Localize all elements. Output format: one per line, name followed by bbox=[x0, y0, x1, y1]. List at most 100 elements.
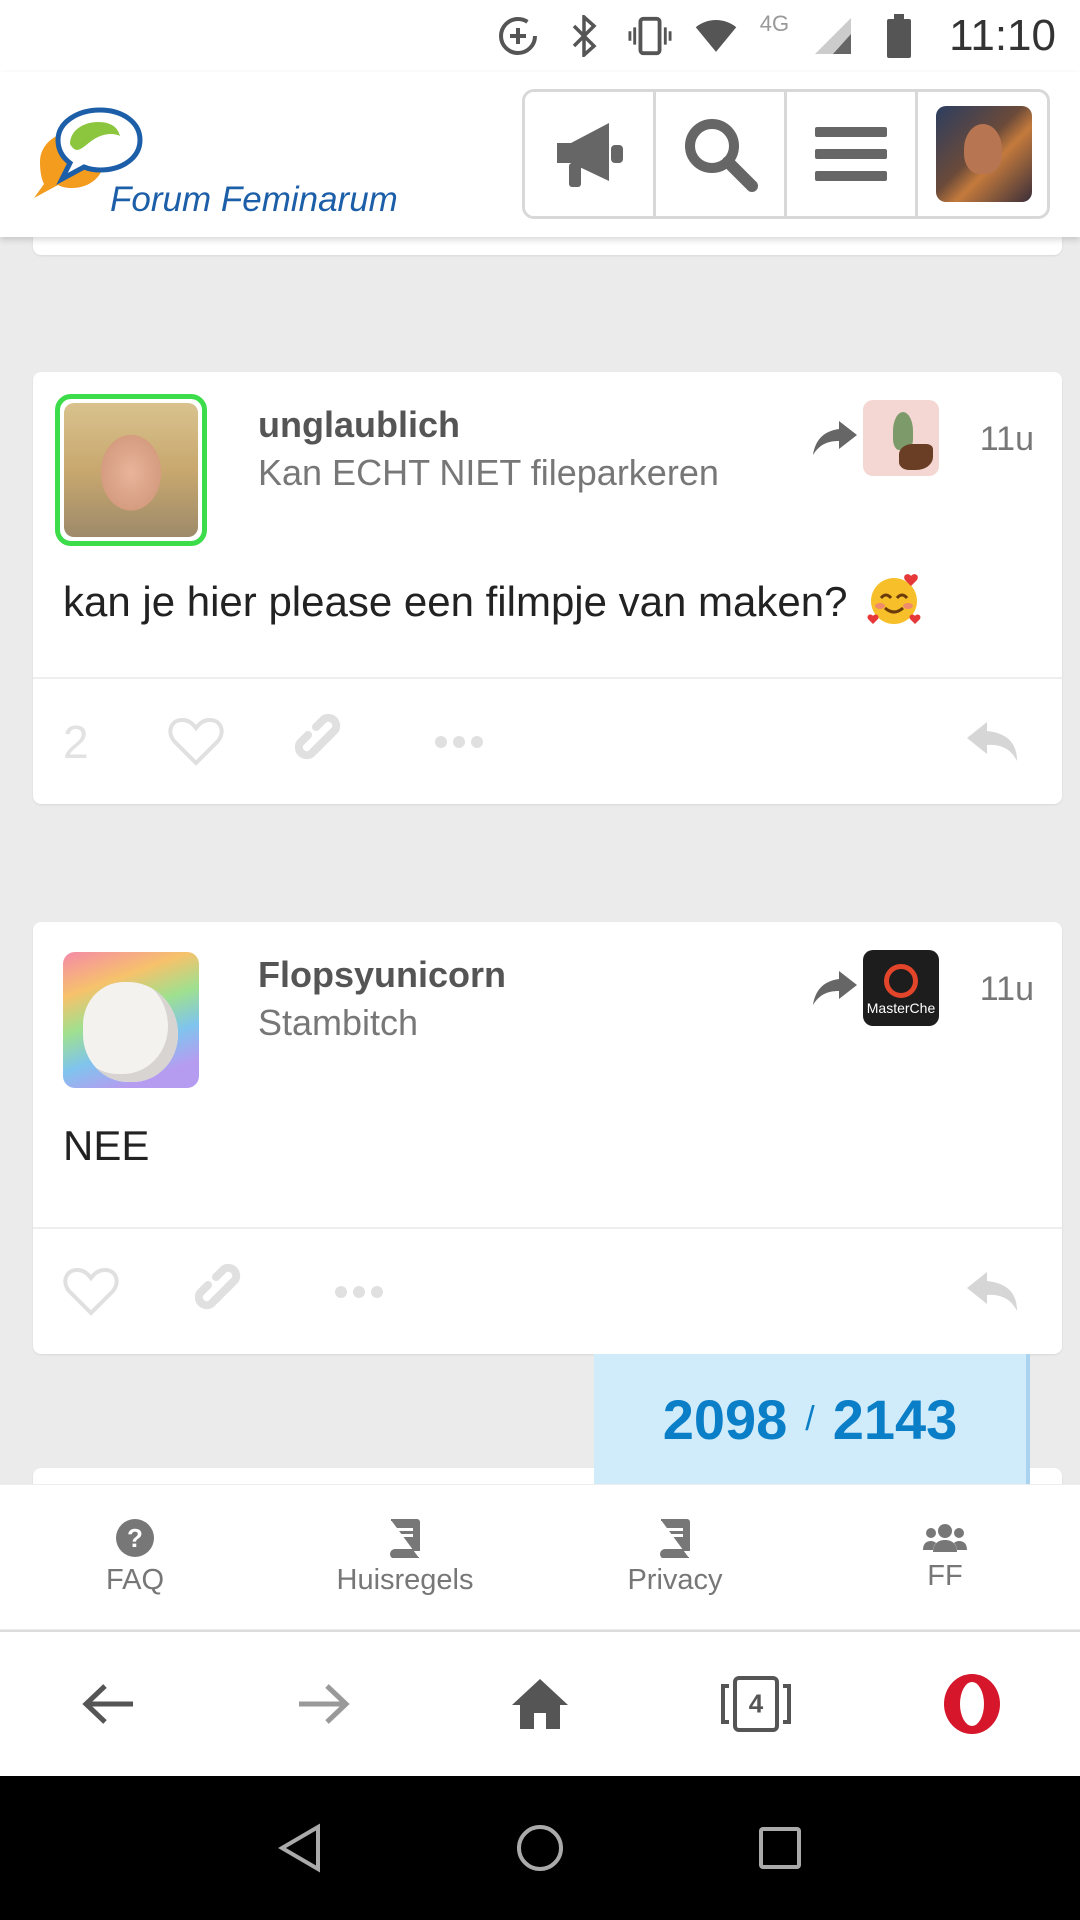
post-card: Flopsyunicorn Stambitch MasterChe 11u NE… bbox=[33, 922, 1062, 1354]
browser-tabs-button[interactable]: 4 bbox=[648, 1632, 864, 1776]
opera-icon bbox=[944, 1674, 1000, 1734]
more-options-button[interactable] bbox=[333, 1284, 385, 1300]
footer-link-ff[interactable]: FF bbox=[810, 1485, 1080, 1629]
reply-icon bbox=[967, 1272, 1017, 1311]
more-options-button[interactable] bbox=[433, 734, 485, 750]
users-icon bbox=[923, 1523, 967, 1552]
ellipsis-icon bbox=[335, 1286, 383, 1298]
browser-forward-button[interactable] bbox=[216, 1632, 432, 1776]
post-body-text: kan je hier please een filmpje van maken… bbox=[63, 578, 848, 625]
network-type-label: 4G bbox=[759, 11, 790, 36]
reply-to-avatar-text: MasterChe bbox=[866, 1000, 936, 1016]
system-home-button[interactable] bbox=[495, 1803, 585, 1893]
post-card: unglaublich Kan ECHT NIET fileparkeren 1… bbox=[33, 372, 1062, 804]
reply-button[interactable] bbox=[965, 1268, 1019, 1316]
system-navigation-bar bbox=[0, 1776, 1080, 1920]
signal-icon bbox=[811, 14, 855, 58]
data-saver-icon bbox=[496, 14, 540, 58]
like-count[interactable]: 2 bbox=[63, 715, 89, 769]
book-icon bbox=[390, 1518, 420, 1558]
topic-progress[interactable]: 2098 / 2143 bbox=[594, 1354, 1030, 1484]
link-icon bbox=[295, 714, 341, 760]
announcements-button[interactable] bbox=[525, 92, 656, 216]
site-header: Forum Feminarum bbox=[0, 72, 1080, 237]
post-author[interactable]: Flopsyunicorn bbox=[258, 954, 506, 996]
smiling-face-with-hearts-emoji-icon bbox=[867, 574, 921, 624]
reply-to-arrow-icon[interactable] bbox=[811, 417, 859, 457]
post-time[interactable]: 11u bbox=[980, 970, 1034, 1009]
header-button-group bbox=[522, 89, 1050, 219]
footer-link-privacy[interactable]: Privacy bbox=[540, 1485, 810, 1629]
heart-icon bbox=[168, 717, 224, 766]
progress-separator: / bbox=[805, 1399, 815, 1438]
like-button[interactable] bbox=[63, 1267, 119, 1317]
user-avatar bbox=[935, 106, 1032, 202]
footer-label: Huisregels bbox=[336, 1563, 474, 1596]
footer-label: Privacy bbox=[627, 1563, 723, 1596]
forward-arrow-icon bbox=[299, 1684, 350, 1724]
bluetooth-icon bbox=[562, 14, 606, 58]
browser-back-button[interactable] bbox=[0, 1632, 216, 1776]
battery-icon bbox=[877, 14, 921, 58]
post-body-text: NEE bbox=[63, 1122, 150, 1169]
status-bar: 4G 11:10 bbox=[0, 0, 1080, 72]
author-avatar-image bbox=[64, 403, 198, 537]
home-icon bbox=[512, 1679, 568, 1729]
post-author-title: Kan ECHT NIET fileparkeren bbox=[258, 452, 719, 493]
opera-menu-button[interactable] bbox=[864, 1632, 1080, 1776]
footer-label: FF bbox=[927, 1559, 963, 1592]
reply-to-avatar[interactable]: MasterChe bbox=[863, 950, 939, 1026]
system-recents-button[interactable] bbox=[735, 1803, 825, 1893]
post-divider bbox=[33, 1227, 1062, 1229]
post-author[interactable]: unglaublich bbox=[258, 404, 460, 446]
megaphone-icon bbox=[557, 123, 623, 187]
search-button[interactable] bbox=[656, 92, 787, 216]
post-body: NEE bbox=[63, 1122, 149, 1170]
menu-icon bbox=[815, 127, 887, 181]
ellipsis-icon bbox=[435, 736, 483, 748]
question-circle-icon: ? bbox=[116, 1518, 154, 1557]
author-avatar[interactable] bbox=[55, 394, 207, 546]
back-arrow-icon bbox=[82, 1684, 133, 1724]
share-link-button[interactable] bbox=[295, 714, 351, 770]
post-author-title: Stambitch bbox=[258, 1002, 419, 1043]
post-body: kan je hier please een filmpje van maken… bbox=[63, 572, 925, 626]
footer-label: FAQ bbox=[105, 1563, 164, 1596]
author-avatar[interactable] bbox=[63, 952, 199, 1088]
browser-toolbar: 4 bbox=[0, 1630, 1080, 1776]
progress-total: 2143 bbox=[832, 1387, 958, 1451]
circle-home-icon bbox=[517, 1825, 563, 1871]
footer-link-huisregels[interactable]: Huisregels bbox=[270, 1485, 540, 1629]
footer-link-faq[interactable]: ? FAQ bbox=[0, 1485, 270, 1629]
book-icon bbox=[660, 1518, 690, 1558]
post-actions: 2 bbox=[33, 692, 1062, 792]
svg-text:?: ? bbox=[127, 1523, 143, 1553]
post-actions bbox=[33, 1242, 1062, 1342]
browser-home-button[interactable] bbox=[432, 1632, 648, 1776]
user-menu-button[interactable] bbox=[918, 92, 1047, 216]
reply-button[interactable] bbox=[965, 718, 1019, 766]
clock: 11:10 bbox=[949, 11, 1056, 60]
share-link-button[interactable] bbox=[195, 1264, 251, 1320]
link-icon bbox=[195, 1264, 241, 1310]
post-time[interactable]: 11u bbox=[980, 420, 1034, 459]
wifi-icon bbox=[694, 14, 738, 58]
square-recents-icon bbox=[759, 1827, 801, 1869]
system-back-button[interactable] bbox=[255, 1803, 345, 1893]
vibrate-icon bbox=[628, 14, 672, 58]
heart-icon bbox=[63, 1267, 119, 1316]
reply-to-avatar[interactable] bbox=[863, 400, 939, 476]
forum-logo[interactable]: Forum Feminarum bbox=[28, 100, 428, 219]
logo-text: Forum Feminarum bbox=[110, 180, 398, 219]
like-button[interactable] bbox=[168, 717, 224, 767]
menu-button[interactable] bbox=[787, 92, 918, 216]
footer-nav: ? FAQ Huisregels Privacy FF bbox=[0, 1484, 1080, 1629]
progress-current: 2098 bbox=[662, 1387, 788, 1451]
tab-count: 4 bbox=[748, 1688, 764, 1719]
masterchef-logo-icon bbox=[884, 964, 918, 998]
reply-icon bbox=[967, 722, 1017, 761]
post-divider bbox=[33, 677, 1062, 679]
reply-to-arrow-icon[interactable] bbox=[811, 967, 859, 1007]
search-icon bbox=[685, 119, 758, 192]
triangle-back-icon bbox=[278, 1823, 320, 1873]
